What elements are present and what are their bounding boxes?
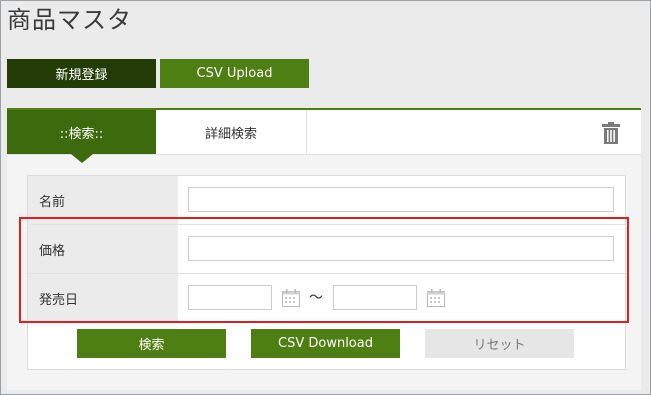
csv-upload-button[interactable]: CSV Upload: [160, 59, 309, 88]
price-input[interactable]: [188, 236, 614, 261]
tab-bar: ::検索:: 詳細検索: [7, 110, 641, 163]
row-name: 名前: [28, 176, 625, 225]
tab-detail-label: 詳細検索: [204, 126, 257, 142]
date-range-separator: ～: [309, 290, 323, 306]
tab-detail-search[interactable]: 詳細検索: [156, 110, 307, 154]
date-from-input[interactable]: [188, 285, 272, 310]
date-to-input[interactable]: [333, 285, 417, 310]
form-actions: 検索 CSV Download リセット: [27, 321, 626, 370]
new-register-button[interactable]: 新規登録: [7, 59, 156, 88]
calendar-icon[interactable]: [427, 289, 445, 307]
name-label: 名前: [28, 176, 178, 224]
price-label: 価格: [28, 225, 178, 273]
tab-search[interactable]: ::検索::: [7, 110, 156, 163]
release-date-label: 発売日: [28, 274, 178, 322]
trash-icon[interactable]: [601, 122, 621, 144]
reset-button[interactable]: リセット: [425, 329, 574, 358]
csv-download-button[interactable]: CSV Download: [251, 329, 400, 358]
name-input[interactable]: [188, 187, 614, 212]
search-form: 名前 価格 発売日 ～: [27, 175, 626, 323]
search-button[interactable]: 検索: [77, 329, 226, 358]
tab-search-label: ::検索::: [59, 126, 104, 142]
window: 商品マスタ 新規登録 CSV Upload ::検索:: 詳細検索 名前 価格 …: [0, 0, 651, 395]
search-panel: ::検索:: 詳細検索 名前 価格 発売日 ～ 検索 CSV Download …: [7, 108, 641, 390]
active-tab-caret: [71, 154, 93, 163]
page-title: 商品マスタ: [7, 6, 132, 34]
calendar-icon[interactable]: [282, 289, 300, 307]
row-price: 価格: [28, 225, 625, 274]
row-release-date: 発売日 ～: [28, 274, 625, 322]
